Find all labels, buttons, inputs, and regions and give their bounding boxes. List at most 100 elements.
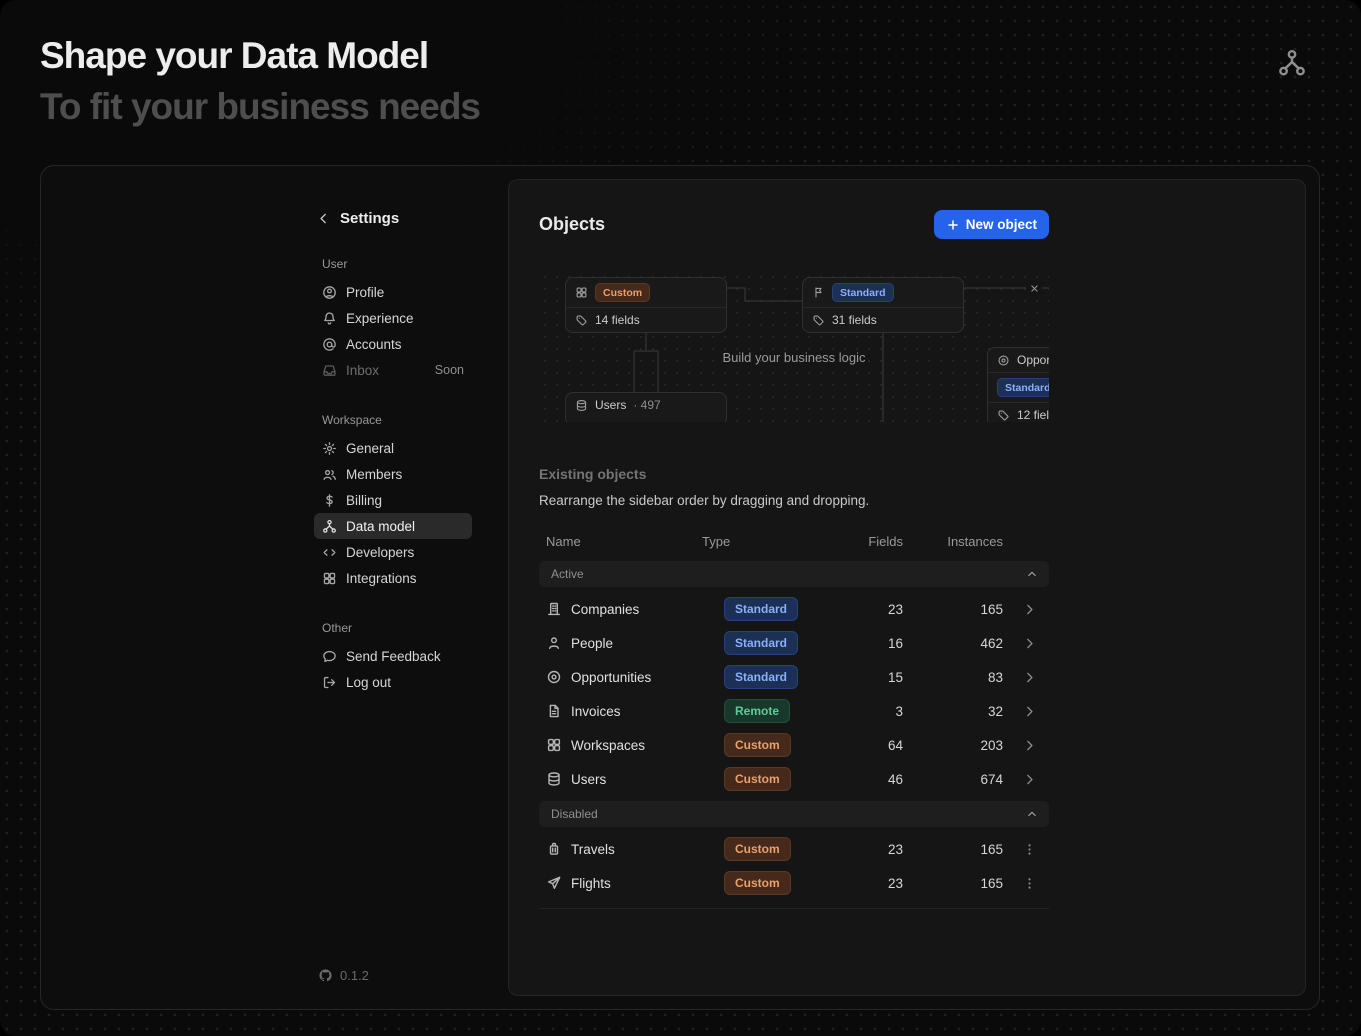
fields-count: 16 (846, 636, 909, 651)
object-row-opportunities[interactable]: Opportunities Standard 15 83 (539, 660, 1049, 694)
tag-icon (812, 314, 825, 327)
sidebar-item-general[interactable]: General (314, 435, 472, 461)
group-header-disabled[interactable]: Disabled (539, 801, 1049, 827)
plane-icon (546, 875, 562, 891)
sidebar-item-label: Log out (346, 675, 391, 690)
chevron-right-icon[interactable] (1022, 602, 1037, 617)
existing-objects-section: Existing objects Rearrange the sidebar o… (539, 466, 1049, 909)
instances-count: 165 (909, 876, 1009, 891)
sidebar-item-integrations[interactable]: Integrations (314, 565, 472, 591)
fields-count: 12 fields (1017, 408, 1049, 422)
kebab-menu-icon[interactable] (1022, 842, 1037, 857)
at-sign-icon (322, 337, 337, 352)
chevron-up-icon[interactable] (1025, 807, 1039, 821)
chevron-right-icon[interactable] (1022, 704, 1037, 719)
object-name: People (571, 636, 613, 651)
sidebar-item-members[interactable]: Members (314, 461, 472, 487)
fields-count: 64 (846, 738, 909, 753)
sidebar-item-label: Data model (346, 519, 415, 534)
flag-icon (812, 286, 825, 299)
sidebar-item-send-feedback[interactable]: Send Feedback (314, 643, 472, 669)
tag-icon (997, 409, 1010, 422)
object-row-people[interactable]: People Standard 16 462 (539, 626, 1049, 660)
sidebar-item-label: Send Feedback (346, 649, 441, 664)
fields-count: 46 (846, 772, 909, 787)
soon-badge: Soon (435, 363, 464, 377)
group-label: Disabled (551, 807, 598, 821)
section-label-user: User (322, 257, 472, 271)
canvas-node-standard[interactable]: Standard 31 fields (802, 277, 964, 333)
code-icon (322, 545, 337, 560)
sidebar-item-billing[interactable]: Billing (314, 487, 472, 513)
sidebar-item-experience[interactable]: Experience (314, 305, 472, 331)
settings-sidebar-inner: Settings User Profile Experience Account… (314, 166, 472, 1009)
section-label-workspace: Workspace (322, 413, 472, 427)
instances-count: 165 (909, 842, 1009, 857)
sidebar-item-profile[interactable]: Profile (314, 279, 472, 305)
sidebar-item-accounts[interactable]: Accounts (314, 331, 472, 357)
chevron-up-icon[interactable] (1025, 567, 1039, 581)
data-model-canvas[interactable]: Build your business logic Custom 14 fiel… (539, 271, 1049, 422)
instances-count: 32 (909, 704, 1009, 719)
sidebar-item-label: General (346, 441, 394, 456)
chevron-right-icon[interactable] (1022, 670, 1037, 685)
chevron-right-icon[interactable] (1022, 772, 1037, 787)
sidebar-item-developers[interactable]: Developers (314, 539, 472, 565)
instances-count: 83 (909, 670, 1009, 685)
objects-table: Name Type Fields Instances Active Comp (539, 526, 1049, 909)
type-badge: Standard (724, 631, 798, 655)
hero-titles: Shape your Data Model To fit your busine… (40, 34, 480, 130)
node-name: Users (595, 398, 626, 412)
group-header-active[interactable]: Active (539, 561, 1049, 587)
new-object-button[interactable]: New object (934, 210, 1049, 239)
existing-objects-description: Rearrange the sidebar order by dragging … (539, 493, 1049, 508)
object-name: Users (571, 772, 606, 787)
objects-header: Objects New object (539, 210, 1049, 239)
version-label: 0.1.2 (340, 968, 369, 983)
fields-count: 23 (846, 602, 909, 617)
file-icon (546, 703, 562, 719)
grid-icon (575, 286, 588, 299)
chevron-right-icon[interactable] (1022, 636, 1037, 651)
node-name: Opportunities (1017, 353, 1049, 367)
canvas-node-opportunities[interactable]: Opportunities Standard 12 fields (987, 347, 1049, 422)
node-header: Opportunities (988, 348, 1049, 372)
type-badge: Custom (724, 871, 791, 895)
gear-icon (322, 441, 337, 456)
object-name: Travels (571, 842, 615, 857)
node-fields: 14 fields (566, 307, 726, 332)
github-icon[interactable] (318, 968, 333, 983)
column-fields: Fields (846, 534, 909, 549)
sidebar-item-data-model[interactable]: Data model (314, 513, 472, 539)
object-name: Companies (571, 602, 639, 617)
settings-back-button[interactable]: Settings (314, 210, 472, 227)
object-row-users[interactable]: Users Custom 46 674 (539, 762, 1049, 796)
person-icon (546, 635, 562, 651)
canvas-node-custom[interactable]: Custom 14 fields (565, 277, 727, 333)
sidebar-section-other: Other Send Feedback Log out (314, 621, 472, 695)
user-circle-icon (322, 285, 337, 300)
object-name: Workspaces (571, 738, 645, 753)
object-row-invoices[interactable]: Invoices Remote 3 32 (539, 694, 1049, 728)
instances-count: 462 (909, 636, 1009, 651)
tag-icon (575, 314, 588, 327)
kebab-menu-icon[interactable] (1022, 876, 1037, 891)
object-row-workspaces[interactable]: Workspaces Custom 64 203 (539, 728, 1049, 762)
bell-icon (322, 311, 337, 326)
objects-title: Objects (539, 214, 605, 235)
canvas-node-users[interactable]: Users · 497 (565, 392, 727, 422)
chevron-right-icon[interactable] (1022, 738, 1037, 753)
object-row-companies[interactable]: Companies Standard 23 165 (539, 592, 1049, 626)
node-header: Custom (566, 278, 726, 307)
object-row-travels[interactable]: Travels Custom 23 165 (539, 832, 1049, 866)
sidebar-item-log-out[interactable]: Log out (314, 669, 472, 695)
objects-panel: Objects New object Build your business l… (508, 179, 1306, 996)
settings-back-label: Settings (340, 210, 399, 227)
sidebar-item-label: Inbox (346, 363, 379, 378)
group-label: Active (551, 567, 584, 581)
remove-connection-icon[interactable] (1026, 280, 1042, 296)
fields-count: 3 (846, 704, 909, 719)
object-row-flights[interactable]: Flights Custom 23 165 (539, 866, 1049, 900)
sidebar-item-label: Accounts (346, 337, 402, 352)
plus-icon (946, 218, 960, 232)
